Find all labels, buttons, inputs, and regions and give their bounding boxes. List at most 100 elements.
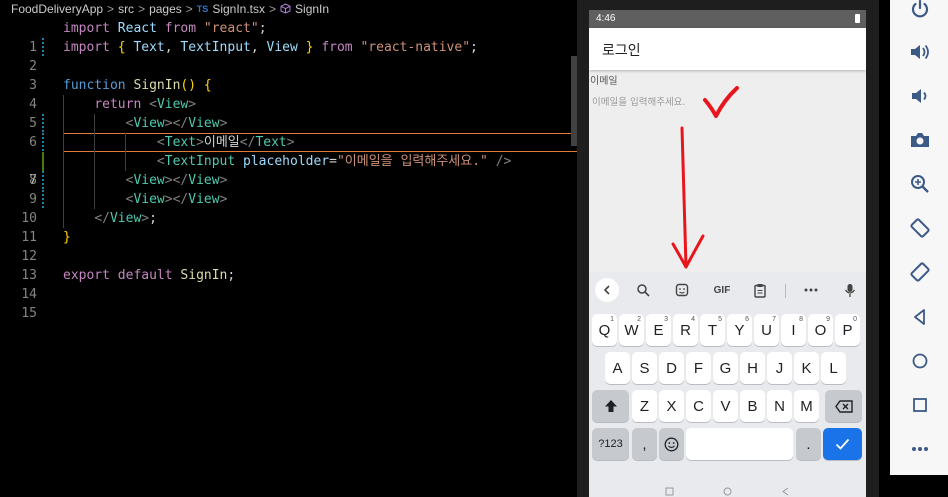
code-line[interactable]: 8 <TextInput placeholder="이메일을 입력해주세요." …	[0, 152, 577, 188]
more-icon[interactable]	[801, 281, 821, 299]
rotate-left-button[interactable]	[907, 215, 933, 241]
key-f[interactable]: F	[686, 352, 711, 384]
key-y[interactable]: Y6	[727, 314, 752, 346]
key-m[interactable]: M	[794, 390, 819, 422]
chevron-left-icon[interactable]	[595, 278, 619, 302]
key-t[interactable]: T5	[700, 314, 725, 346]
code-line[interactable]: 4 function SignIn() {	[0, 76, 577, 112]
code-line[interactable]: 5 return <View>	[0, 95, 577, 131]
square-overview-icon	[913, 398, 927, 412]
code-text: <Text>이메일</Text>	[156, 135, 295, 150]
comma-key[interactable]: ,	[632, 428, 657, 460]
key-h[interactable]: H	[740, 352, 765, 384]
recents-icon[interactable]	[665, 487, 674, 496]
key-l[interactable]: L	[821, 352, 846, 384]
more-options-button[interactable]	[907, 436, 933, 462]
key-x[interactable]: X	[659, 390, 684, 422]
emulator-toolbar	[890, 0, 948, 475]
code-editor[interactable]: FoodDeliveryApp > src > pages > TS SignI…	[0, 0, 577, 497]
phone-screen[interactable]: 4:46 로그인 이메일 이메일을 입력해주세요. GIF Q 1 W 2 E …	[589, 10, 866, 497]
key-g[interactable]: G	[713, 352, 738, 384]
gutter-modified-marker[interactable]	[42, 114, 44, 133]
emoji-key[interactable]	[659, 428, 684, 460]
breadcrumb-item-symbol[interactable]: SignIn	[295, 2, 329, 16]
code-line[interactable]: 1 import React from "react";	[0, 19, 577, 55]
microphone-icon[interactable]	[840, 281, 860, 299]
key-hint: 2	[637, 316, 641, 323]
gutter-modified-marker[interactable]	[42, 171, 44, 190]
key-c[interactable]: C	[686, 390, 711, 422]
code-line[interactable]: 13	[0, 247, 577, 283]
breadcrumb-item-src[interactable]: src	[118, 2, 134, 16]
clipboard-icon[interactable]	[750, 281, 770, 299]
code-line[interactable]: 15	[0, 285, 577, 321]
key-r[interactable]: R4	[673, 314, 698, 346]
search-icon[interactable]	[633, 281, 653, 299]
breadcrumb-item-pages[interactable]: pages	[149, 2, 182, 16]
code-line[interactable]: 14 export default SignIn;	[0, 266, 577, 302]
code-line[interactable]: 6 <View></View>	[0, 114, 577, 150]
overview-button[interactable]	[907, 392, 933, 418]
key-u[interactable]: U7	[754, 314, 779, 346]
symbols-key[interactable]: ?123	[592, 428, 629, 460]
back-button[interactable]	[907, 304, 933, 330]
code-text: export default SignIn;	[63, 268, 236, 283]
key-q[interactable]: Q1	[592, 314, 617, 346]
key-v[interactable]: V	[713, 390, 738, 422]
key-e[interactable]: E3	[646, 314, 671, 346]
code-text: import React from "react";	[63, 21, 267, 36]
gif-button[interactable]: GIF	[709, 281, 735, 299]
breadcrumb-item-file[interactable]: SignIn.tsx	[212, 2, 265, 16]
key-b[interactable]: B	[740, 390, 765, 422]
volume-down-button[interactable]	[907, 83, 933, 109]
volume-up-button[interactable]	[907, 39, 933, 65]
home-icon[interactable]	[723, 487, 732, 496]
code-line-active[interactable]: 7 <Text>이메일</Text>	[0, 133, 577, 188]
power-button[interactable]	[907, 0, 933, 22]
key-label: E	[653, 321, 664, 339]
checkmark-icon	[835, 438, 850, 450]
key-o[interactable]: O9	[808, 314, 833, 346]
code-line[interactable]: 9 <View></View>	[0, 171, 577, 207]
soft-keyboard[interactable]: GIF Q1 W2 E3 R4 T5 Y6 U7 I 8 O 9 P 0 A S…	[589, 272, 866, 497]
key-s[interactable]: S	[632, 352, 657, 384]
code-line[interactable]: 2 import { Text, TextInput, View } from …	[0, 38, 577, 74]
rotate-right-button[interactable]	[907, 259, 933, 285]
key-j[interactable]: J	[767, 352, 792, 384]
key-k[interactable]: K	[794, 352, 819, 384]
zoom-button[interactable]	[907, 171, 933, 197]
key-w[interactable]: W2	[619, 314, 644, 346]
toolbar-divider	[785, 284, 786, 298]
volume-up-icon	[911, 44, 929, 60]
code-line[interactable]: 3	[0, 57, 577, 93]
key-i[interactable]: I8	[781, 314, 806, 346]
gutter-added-marker[interactable]	[42, 152, 44, 171]
triangle-back-icon	[914, 309, 925, 325]
key-a[interactable]: A	[605, 352, 630, 384]
code-line[interactable]: 11 </View>;	[0, 209, 577, 245]
shift-key[interactable]	[592, 390, 629, 422]
code-text: return <View>	[94, 97, 197, 112]
gutter-modified-marker[interactable]	[42, 190, 44, 209]
volume-down-icon	[912, 89, 927, 103]
key-row-2: A S D F G H J K L	[589, 352, 866, 388]
period-key[interactable]: .	[796, 428, 821, 460]
back-icon[interactable]	[781, 487, 790, 496]
code-line[interactable]: 10 <View></View>	[0, 190, 577, 226]
sticker-icon[interactable]	[672, 281, 692, 299]
key-p[interactable]: P0	[835, 314, 860, 346]
key-z[interactable]: Z	[632, 390, 657, 422]
gutter-modified-marker[interactable]	[42, 133, 44, 152]
enter-key[interactable]	[823, 428, 862, 460]
key-n[interactable]: N	[767, 390, 792, 422]
home-button[interactable]	[907, 348, 933, 374]
code-line[interactable]: 12 }	[0, 228, 577, 264]
screenshot-button[interactable]	[907, 127, 933, 153]
code-area[interactable]: 1 import React from "react"; 2 import { …	[0, 19, 577, 321]
breadcrumb-item-project[interactable]: FoodDeliveryApp	[11, 2, 103, 16]
space-key[interactable]	[686, 428, 793, 460]
key-d[interactable]: D	[659, 352, 684, 384]
code-text: <View></View>	[125, 192, 228, 207]
gutter-modified-marker[interactable]	[42, 38, 44, 57]
backspace-key[interactable]	[825, 390, 862, 422]
